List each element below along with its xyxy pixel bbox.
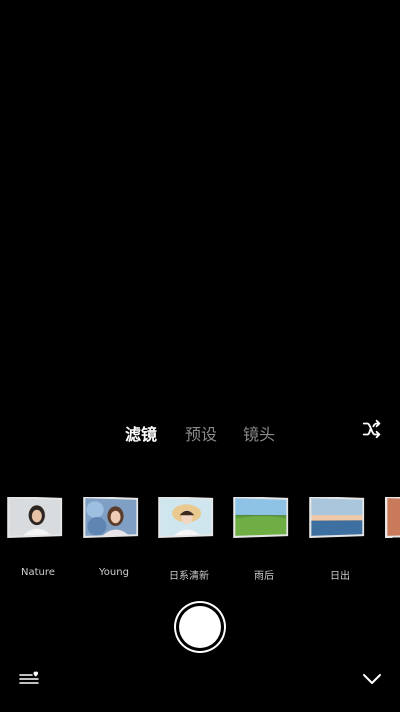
filter-item-after-rain[interactable]: 雨后 [234,497,294,537]
filter-label: Young [84,567,144,578]
filter-label: 校 [386,567,400,582]
filter-item-sunrise[interactable]: 日出 [310,497,370,537]
filter-item-japanese-fresh[interactable]: 日系清新 [159,497,219,537]
filter-label: 日出 [310,567,370,582]
mode-tabs: 滤镜 预设 镜头 [0,424,400,448]
filter-thumbnail [233,497,288,538]
menu-heart-icon[interactable] [18,668,40,688]
filter-item-young[interactable]: Young [84,497,144,537]
filter-label: Nature [8,567,68,578]
filter-carousel[interactable]: Nature Young 日系清新 雨后 日出 [0,497,400,587]
shuffle-icon[interactable] [361,418,383,440]
filter-thumbnail [83,497,138,538]
camera-viewfinder[interactable] [0,0,400,410]
tab-filter[interactable]: 滤镜 [125,424,157,446]
chevron-down-icon[interactable] [362,672,382,686]
filter-thumbnail [7,497,62,538]
tab-lens[interactable]: 镜头 [243,424,275,446]
filter-label: 日系清新 [159,567,219,582]
filter-thumbnail [309,497,364,538]
filter-item-nature[interactable]: Nature [8,497,68,537]
shutter-button[interactable] [179,606,221,648]
filter-item-partial[interactable]: 校 [386,497,400,537]
filter-label: 雨后 [234,567,294,582]
tab-preset[interactable]: 预设 [185,424,217,446]
filter-thumbnail [158,497,213,538]
filter-thumbnail [385,497,400,538]
